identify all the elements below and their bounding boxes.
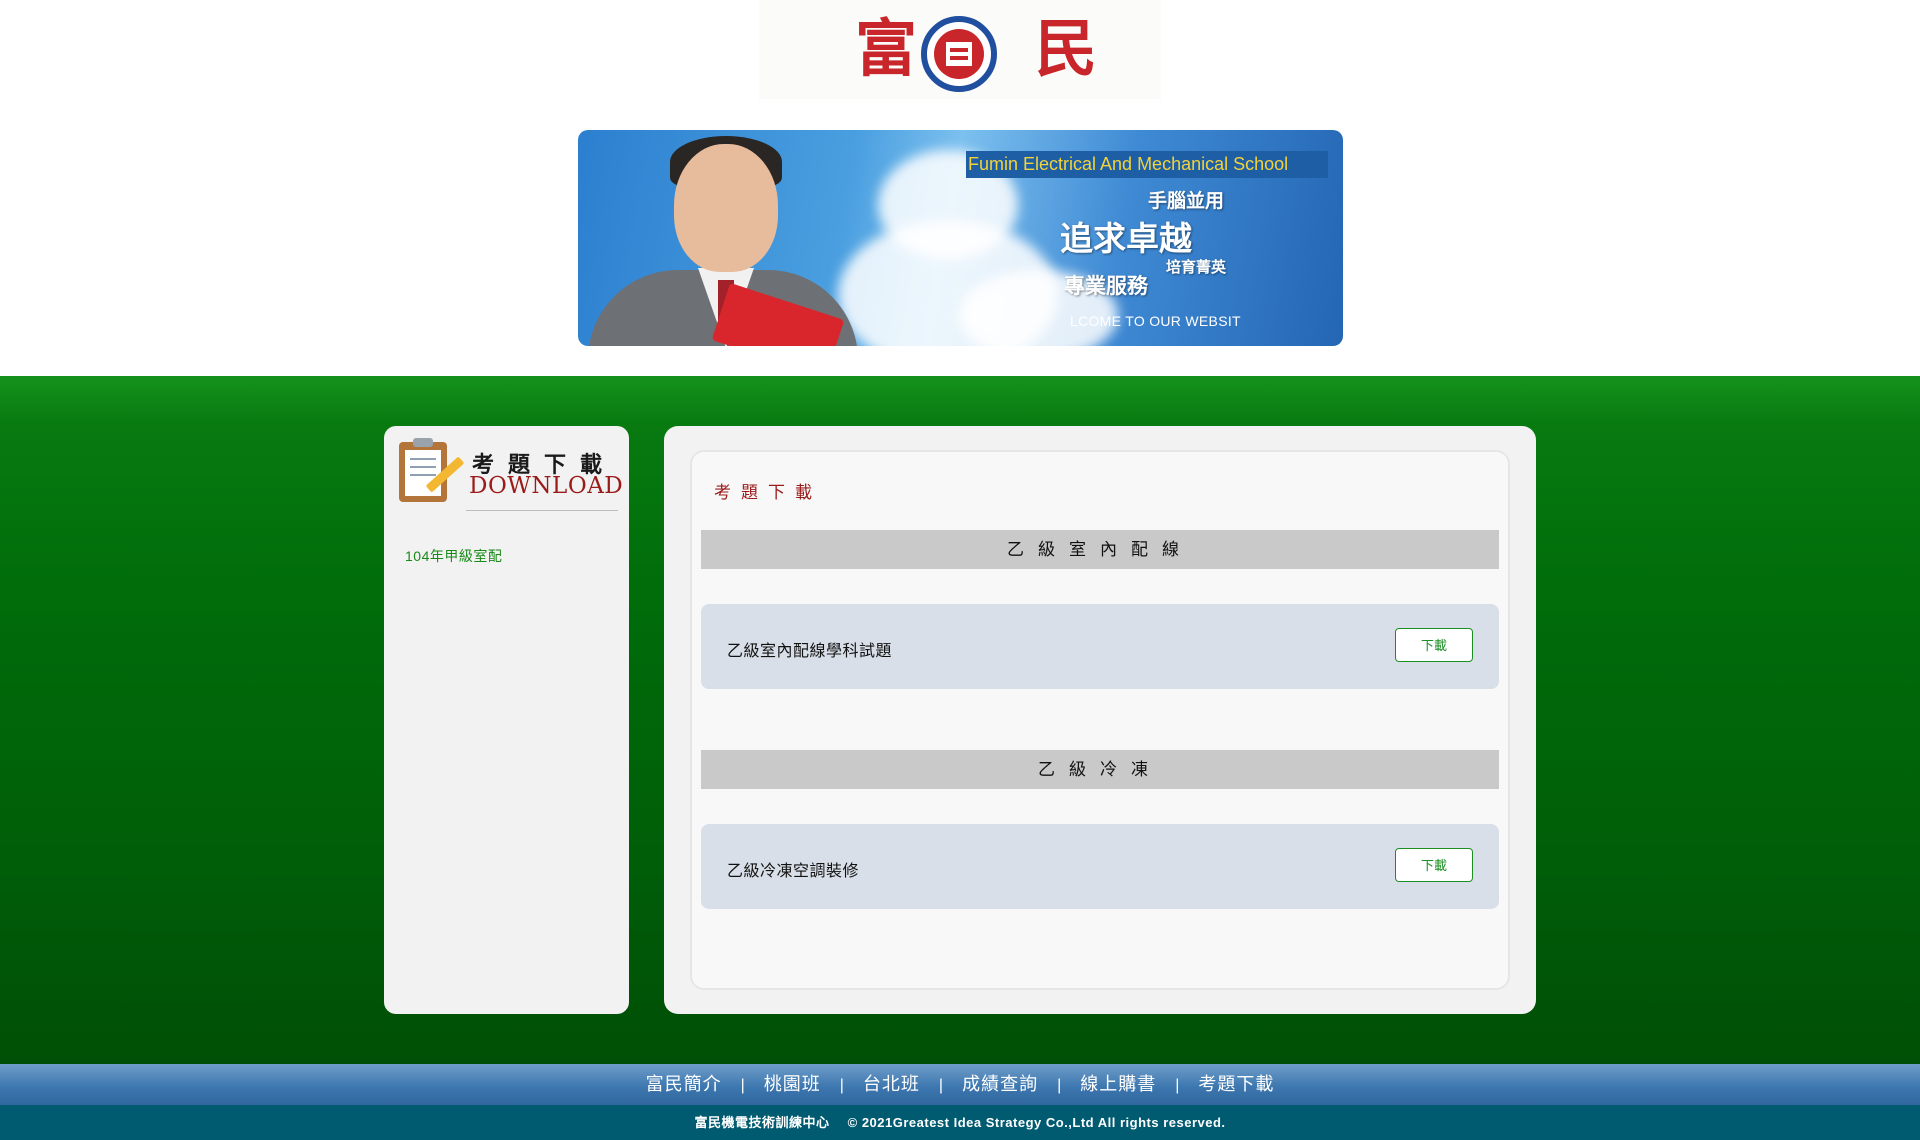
item-label: 乙級冷凍空調裝修 — [727, 863, 860, 880]
divider — [466, 510, 618, 511]
site-logo[interactable]: 富 民 — [759, 0, 1161, 99]
slogan-1: 手腦並用 — [1148, 190, 1225, 212]
nav-item-grades[interactable]: 成績查詢 — [962, 1074, 1038, 1094]
logo-char-right: 民 — [1035, 12, 1098, 85]
footer-nav: 富民簡介 | 桃園班 | 台北班 | 成績查詢 | 線上購書 | 考題下載 — [0, 1064, 1920, 1105]
nav-separator: | — [938, 1077, 944, 1094]
page-title: 考題下載 — [714, 483, 822, 502]
nav-item-taoyuan[interactable]: 桃園班 — [764, 1074, 821, 1094]
nav-separator: | — [740, 1077, 745, 1094]
copyright-text: © 2021Greatest Idea Strategy Co.,Ltd All… — [847, 1115, 1226, 1130]
main-panel: 考題下載 乙級室內配線 乙級室內配線學科試題 下載 乙級冷凍 乙級冷凍空調裝修 … — [664, 426, 1536, 1014]
slogan-3: 培育菁英 — [1166, 258, 1227, 276]
section-header: 乙級冷凍 — [701, 750, 1499, 789]
nav-separator: | — [1057, 1077, 1062, 1094]
list-item: 乙級冷凍空調裝修 下載 — [701, 824, 1499, 909]
section-header: 乙級室內配線 — [701, 530, 1499, 569]
download-button[interactable]: 下載 — [1395, 628, 1473, 662]
logo-seal-icon — [921, 16, 997, 92]
download-button[interactable]: 下載 — [1395, 848, 1473, 882]
school-name: Fumin Electrical And Mechanical School — [966, 151, 1328, 178]
sidebar: 考題下載 DOWNLOAD 104年甲級室配 — [384, 426, 629, 1014]
logo-char-left: 富 — [855, 12, 918, 85]
nav-item-downloads[interactable]: 考題下載 — [1198, 1074, 1274, 1094]
sidebar-title-en: DOWNLOAD — [469, 473, 624, 499]
slogan-4: 專業服務 — [1064, 273, 1148, 298]
person-photo — [674, 144, 778, 272]
copyright-bar: 富民機電技術訓練中心 © 2021Greatest Idea Strategy … — [0, 1105, 1920, 1140]
hero-banner: Fumin Electrical And Mechanical School 手… — [578, 130, 1343, 346]
nav-separator: | — [1175, 1077, 1180, 1094]
slogan-2: 追求卓越 — [1060, 219, 1192, 258]
sidebar-item-104[interactable]: 104年甲級室配 — [405, 546, 502, 566]
org-name: 富民機電技術訓練中心 — [694, 1115, 830, 1130]
list-item: 乙級室內配線學科試題 下載 — [701, 604, 1499, 689]
nav-item-books[interactable]: 線上購書 — [1080, 1074, 1156, 1094]
item-label: 乙級室內配線學科試題 — [727, 643, 893, 660]
clipboard-icon — [399, 438, 465, 502]
welcome-text: LCOME TO OUR WEBSIT — [1070, 313, 1241, 329]
nav-item-taipei[interactable]: 台北班 — [863, 1074, 920, 1094]
nav-separator: | — [839, 1077, 844, 1094]
nav-item-about[interactable]: 富民簡介 — [646, 1074, 722, 1094]
